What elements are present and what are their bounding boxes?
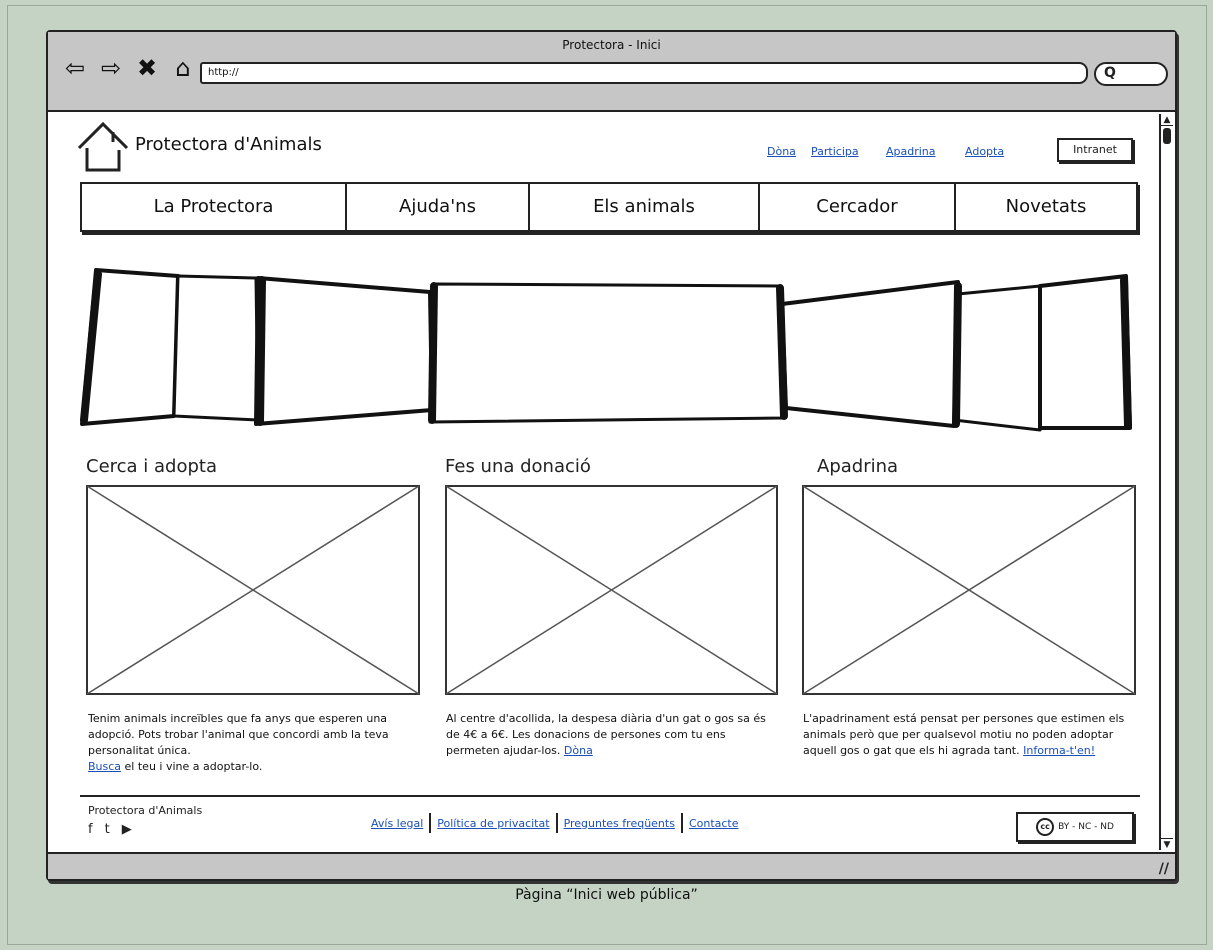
intranet-button[interactable]: Intranet [1057, 138, 1133, 162]
image-placeholder-adopta [86, 485, 420, 695]
footer-link-faq[interactable]: Preguntes freqüents [564, 817, 675, 830]
section-title-donacio: Fes una donació [445, 456, 591, 477]
scroll-up-icon[interactable]: ▲ [1161, 114, 1173, 126]
youtube-icon[interactable]: ▶ [122, 822, 132, 837]
site-brand[interactable]: Protectora d'Animals [135, 134, 322, 155]
section-text-apadrina: L'apadrinament está pensat per persones … [803, 711, 1133, 759]
social-links: f t ▶ [88, 822, 132, 837]
section-text-adopta: Tenim animals increïbles que fa anys que… [88, 711, 418, 775]
carousel-slide [172, 274, 260, 422]
footer-links: Avís legal Política de privacitat Pregun… [371, 813, 739, 833]
footer-divider [80, 795, 1140, 797]
carousel-slide [428, 282, 784, 424]
license-badge[interactable]: cc BY - NC - ND [1016, 812, 1134, 842]
section-text-donacio: Al centre d'acollida, la despesa diària … [446, 711, 776, 759]
section-body-adopta: Tenim animals increïbles que fa anys que… [88, 712, 389, 757]
creative-commons-icon: cc [1036, 818, 1055, 836]
section-body-donacio: Al centre d'acollida, la despesa diària … [446, 712, 766, 757]
facebook-icon[interactable]: f [88, 822, 93, 837]
link-participa[interactable]: Participa [811, 145, 859, 158]
footer-link-privacitat[interactable]: Política de privacitat [437, 817, 549, 830]
footer-link-avis-legal[interactable]: Avís legal [371, 817, 423, 830]
license-text: BY - NC - ND [1058, 822, 1114, 832]
scroll-thumb[interactable] [1163, 128, 1171, 144]
image-placeholder-apadrina [802, 485, 1136, 695]
browser-nav-buttons: ⇦ ⇨ ✖ ⌂ [60, 54, 198, 82]
image-carousel[interactable] [78, 264, 1140, 434]
link-adopta[interactable]: Adopta [965, 145, 1004, 158]
vertical-scrollbar[interactable]: ▲ ▼ [1159, 114, 1173, 850]
footer-link-separator [555, 813, 558, 833]
section-title-apadrina: Apadrina [817, 456, 899, 477]
nav-item-ajudans[interactable]: Ajuda'ns [347, 184, 530, 230]
section-title-adopta: Cerca i adopta [86, 456, 218, 477]
link-dona-inline[interactable]: Dòna [564, 744, 593, 757]
stop-icon[interactable]: ✖ [132, 54, 162, 82]
main-nav: La Protectora Ajuda'ns Els animals Cerca… [80, 182, 1138, 232]
resize-grip-icon[interactable]: // [1159, 861, 1169, 877]
address-bar[interactable]: http:// [200, 62, 1088, 84]
nav-item-la-protectora[interactable]: La Protectora [82, 184, 347, 230]
link-busca[interactable]: Busca [88, 760, 121, 773]
house-logo-icon [77, 121, 129, 172]
carousel-slide [1038, 274, 1132, 430]
search-icon: Q [1104, 65, 1116, 81]
carousel-slide [952, 284, 1042, 432]
scroll-down-icon[interactable]: ▼ [1161, 838, 1173, 850]
nav-item-els-animals[interactable]: Els animals [530, 184, 760, 230]
link-dona[interactable]: Dòna [767, 145, 796, 158]
link-apadrina[interactable]: Apadrina [886, 145, 936, 158]
browser-search-button[interactable]: Q [1094, 62, 1168, 86]
home-icon[interactable]: ⌂ [168, 54, 198, 82]
footer-link-separator [429, 813, 432, 833]
footer-link-contacte[interactable]: Contacte [689, 817, 739, 830]
footer-link-separator [680, 813, 683, 833]
carousel-slide [780, 280, 960, 428]
footer-brand: Protectora d'Animals [88, 804, 203, 817]
back-icon[interactable]: ⇦ [60, 54, 90, 82]
nav-item-novetats[interactable]: Novetats [956, 184, 1136, 230]
figure-caption: Pàgina “Inici web pública” [515, 887, 698, 903]
section-body-adopta-end: el teu i vine a adoptar-lo. [121, 760, 263, 773]
image-placeholder-donacio [445, 485, 778, 695]
nav-item-cercador[interactable]: Cercador [760, 184, 956, 230]
carousel-slide [254, 276, 434, 426]
browser-toolbar: Protectora - Inici ⇦ ⇨ ✖ ⌂ http:// Q [48, 32, 1175, 112]
twitter-icon[interactable]: t [105, 822, 110, 837]
status-bar: // [48, 852, 1175, 879]
window-title: Protectora - Inici [562, 38, 661, 52]
forward-icon[interactable]: ⇨ [96, 54, 126, 82]
link-informa[interactable]: Informa-t'en! [1023, 744, 1095, 757]
